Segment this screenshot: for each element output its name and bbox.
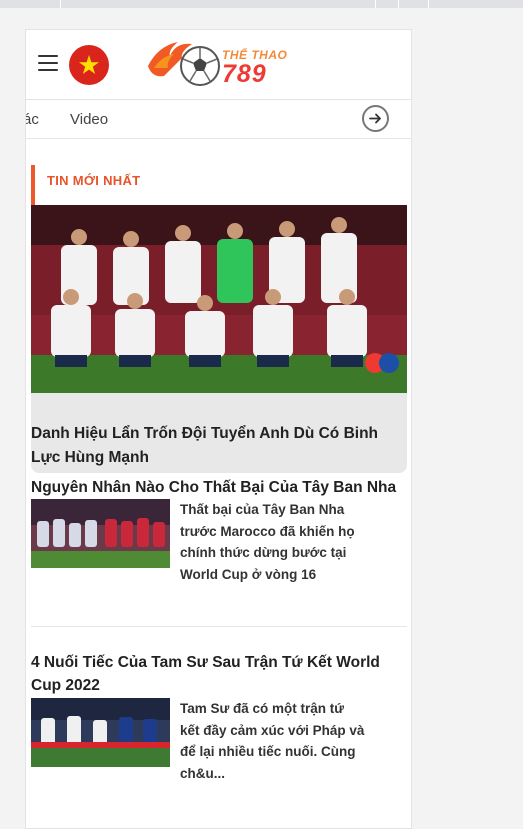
- article-description: Thất bại của Tây Ban Nha trước Marocco đ…: [180, 502, 355, 582]
- vietnam-flag-icon[interactable]: [69, 45, 109, 85]
- site-logo[interactable]: THỂ THAO 789: [144, 36, 294, 92]
- nav-item-video[interactable]: Video: [70, 111, 108, 128]
- mobile-page: THỂ THAO 789 ác Video TIN MỚI NHẤT: [25, 29, 412, 829]
- article-thumbnail[interactable]: [31, 698, 170, 767]
- nav-item-partial[interactable]: ác: [26, 111, 39, 128]
- logo-text-number: 789: [222, 60, 267, 88]
- article-title[interactable]: Nguyên Nhân Nào Cho Thất Bại Của Tây Ban…: [31, 476, 403, 499]
- arrow-right-icon[interactable]: [362, 105, 389, 132]
- browser-top-strip: [0, 0, 523, 8]
- featured-article[interactable]: Danh Hiệu Lẩn Trốn Đội Tuyển Anh Dù Có B…: [31, 205, 407, 473]
- divider: [31, 626, 407, 627]
- section-heading: TIN MỚI NHẤT: [31, 165, 411, 205]
- featured-title[interactable]: Danh Hiệu Lẩn Trốn Đội Tuyển Anh Dù Có B…: [31, 422, 391, 470]
- hamburger-menu-icon[interactable]: [38, 55, 58, 72]
- featured-image: [31, 205, 407, 393]
- article-title[interactable]: 4 Nuối Tiếc Của Tam Sư Sau Trận Tứ Kết W…: [31, 651, 403, 697]
- article-description: Tam Sư đã có một trận tứ kết đầy cảm xúc…: [180, 701, 365, 781]
- section-accent-bar: [31, 165, 35, 205]
- site-header: THỂ THAO 789: [26, 30, 411, 100]
- category-nav: ác Video: [26, 100, 411, 139]
- section-title: TIN MỚI NHẤT: [47, 173, 141, 188]
- article-thumbnail[interactable]: [31, 499, 170, 568]
